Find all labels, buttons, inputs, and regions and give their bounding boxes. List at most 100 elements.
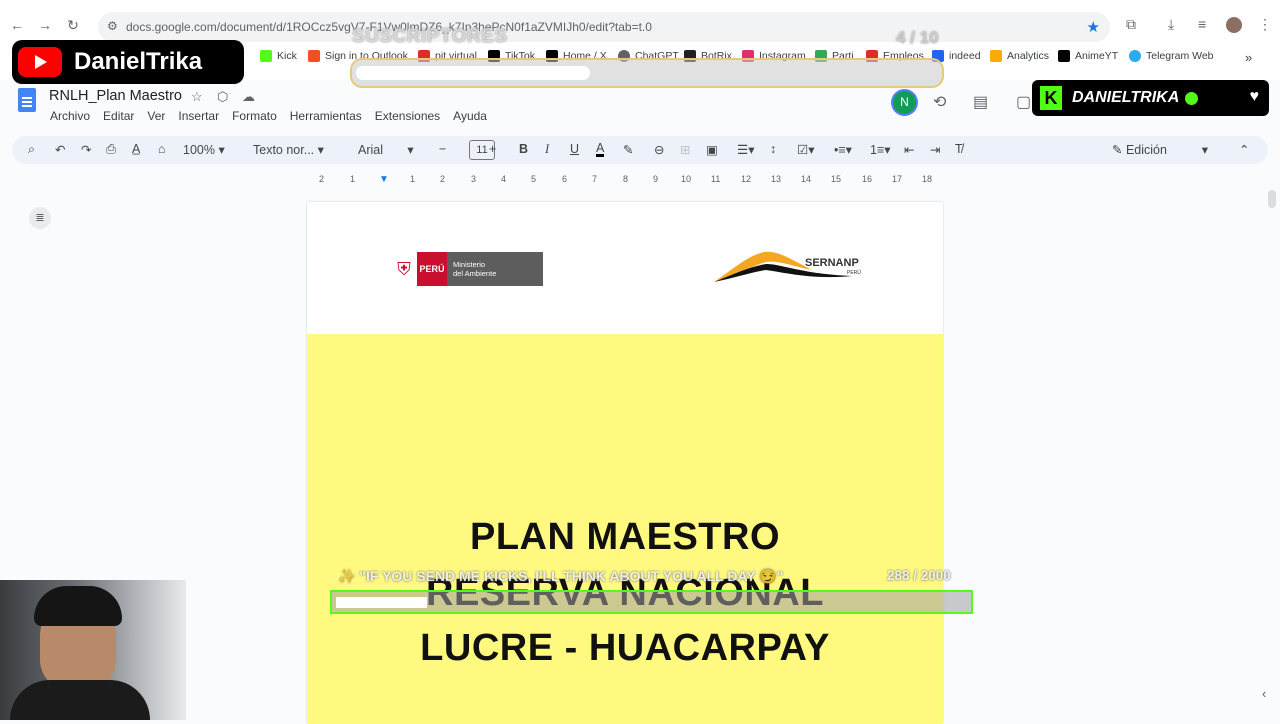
ministry-name: Ministerio del Ambiente bbox=[447, 252, 543, 286]
peru-coat-of-arms-icon: ⛨ bbox=[391, 252, 417, 286]
download-icon[interactable]: ⤓ bbox=[1168, 16, 1174, 33]
style-value: Texto nor... bbox=[253, 143, 315, 157]
decrease-indent-icon[interactable]: ⇤ bbox=[904, 142, 914, 157]
increase-font-icon[interactable]: + bbox=[489, 142, 496, 156]
streamer-hair bbox=[34, 586, 122, 626]
bookmark-star-icon[interactable]: ★ bbox=[1087, 18, 1100, 36]
bookmark-item[interactable]: Analytics bbox=[990, 50, 1049, 62]
document-title[interactable]: RNLH_Plan Maestro bbox=[49, 88, 182, 104]
indent-marker-icon[interactable]: ▼ bbox=[379, 174, 389, 185]
docs-logo-icon[interactable] bbox=[18, 88, 36, 112]
back-icon[interactable]: ← bbox=[8, 16, 26, 34]
italic-icon[interactable]: I bbox=[545, 142, 549, 157]
bold-icon[interactable]: B bbox=[519, 142, 528, 156]
kicks-goal-fill bbox=[336, 597, 428, 608]
analytics-favicon-icon bbox=[990, 50, 1002, 62]
kick-channel-badge: K DANIELTRIKA ♥ bbox=[1032, 80, 1269, 116]
site-info-icon[interactable]: ⚙ bbox=[107, 19, 118, 33]
pencil-icon: ✎ bbox=[1112, 143, 1123, 157]
bookmark-item[interactable]: Kick bbox=[260, 50, 297, 62]
align-icon[interactable]: ☰▾ bbox=[737, 142, 754, 157]
bookmark-label: indeed bbox=[949, 50, 981, 62]
horizontal-ruler: 2 1 ▼ 1 2 3 4 5 6 7 8 9 10 11 12 13 14 1… bbox=[307, 172, 943, 188]
menu-archivo[interactable]: Archivo bbox=[50, 109, 90, 123]
animeyt-favicon-icon bbox=[1058, 50, 1070, 62]
extensions-icon[interactable]: ⧉ bbox=[1126, 16, 1136, 33]
menu-insertar[interactable]: Insertar bbox=[178, 109, 219, 123]
forward-icon[interactable]: → bbox=[36, 16, 54, 34]
redo-icon[interactable]: ↷ bbox=[81, 142, 91, 157]
sernanp-sublabel: PERÚ bbox=[847, 270, 861, 276]
highlight-icon[interactable]: ✎ bbox=[623, 142, 633, 157]
ruler-tick: 10 bbox=[681, 174, 692, 184]
bookmark-item[interactable]: AnimeYT bbox=[1058, 50, 1118, 62]
media-control-icon[interactable]: ≡ bbox=[1198, 16, 1206, 32]
bulleted-list-icon[interactable]: •≡▾ bbox=[834, 142, 852, 157]
clear-formatting-icon[interactable]: T̸ bbox=[955, 142, 963, 156]
browser-menu-icon[interactable]: ⋮ bbox=[1258, 16, 1272, 33]
bookmark-label: Telegram Web bbox=[1146, 50, 1214, 62]
vertical-scrollbar[interactable] bbox=[1268, 190, 1276, 208]
youtube-channel-badge: DanielTrika bbox=[12, 40, 244, 84]
more-bookmarks-icon[interactable]: » bbox=[1245, 50, 1252, 65]
zoom-select[interactable]: 100% ▾ bbox=[183, 142, 225, 157]
ruler-tick: 1 bbox=[410, 174, 416, 184]
kick-channel-name: DANIELTRIKA bbox=[1072, 89, 1180, 106]
ministry-name-line: Ministerio bbox=[453, 260, 486, 269]
meet-icon[interactable]: ▢ bbox=[1016, 92, 1031, 112]
ruler-tick: 12 bbox=[741, 174, 752, 184]
menu-editar[interactable]: Editar bbox=[103, 109, 134, 123]
ruler-tick: 6 bbox=[562, 174, 568, 184]
ruler-tick: 17 bbox=[892, 174, 903, 184]
search-menus-icon[interactable]: ⌕ bbox=[28, 142, 35, 157]
star-icon[interactable]: ☆ bbox=[191, 89, 203, 105]
history-icon[interactable]: ⟲ bbox=[933, 92, 946, 112]
comments-icon[interactable]: ▤ bbox=[973, 92, 988, 112]
menu-ver[interactable]: Ver bbox=[147, 109, 165, 123]
underline-icon[interactable]: U bbox=[570, 142, 579, 156]
subscribers-goal-label: SUSCRIPTORES bbox=[352, 26, 508, 47]
paint-format-icon[interactable]: ⌂ bbox=[158, 142, 166, 156]
side-panel-toggle-icon[interactable]: ‹ bbox=[1262, 686, 1266, 701]
cover-title-line-1: PLAN MAESTRO bbox=[470, 516, 780, 558]
reload-icon[interactable]: ↻ bbox=[64, 16, 82, 34]
bookmark-item[interactable]: Telegram Web bbox=[1129, 50, 1214, 62]
cloud-status-icon[interactable]: ☁ bbox=[242, 89, 255, 105]
menu-formato[interactable]: Formato bbox=[232, 109, 277, 123]
font-select[interactable]: Arial ▾ bbox=[358, 142, 414, 157]
checklist-icon[interactable]: ☑▾ bbox=[797, 142, 814, 157]
menu-bar: Archivo Editar Ver Insertar Formato Herr… bbox=[50, 109, 500, 123]
ruler-tick: 5 bbox=[531, 174, 537, 184]
numbered-list-icon[interactable]: 1≡▾ bbox=[870, 142, 891, 157]
ruler-tick: 2 bbox=[440, 174, 446, 184]
document-page[interactable]: ⛨ PERÚ Ministerio del Ambiente SERNANP P… bbox=[307, 202, 943, 724]
style-select[interactable]: Texto nor... ▾ bbox=[253, 142, 324, 157]
menu-herramientas[interactable]: Herramientas bbox=[290, 109, 362, 123]
ruler-tick: 13 bbox=[771, 174, 782, 184]
text-color-icon[interactable]: A bbox=[596, 142, 605, 157]
ruler-tick: 8 bbox=[623, 174, 629, 184]
menu-extensiones[interactable]: Extensiones bbox=[375, 109, 440, 123]
line-spacing-icon[interactable]: ↕ bbox=[770, 142, 776, 156]
move-folder-icon[interactable]: ⬡ bbox=[217, 89, 228, 105]
editing-mode-select[interactable]: ✎ Edición ▾ bbox=[1112, 142, 1208, 157]
insert-image-icon[interactable]: ▣ bbox=[706, 142, 718, 157]
peru-label: PERÚ bbox=[417, 252, 447, 286]
add-comment-icon[interactable]: ⊞ bbox=[680, 142, 690, 157]
decrease-font-icon[interactable]: − bbox=[439, 142, 446, 156]
print-icon[interactable]: ⎙ bbox=[106, 142, 116, 157]
increase-indent-icon[interactable]: ⇥ bbox=[930, 142, 940, 157]
address-bar[interactable]: ⚙ docs.google.com/document/d/1ROCcz5vgV7… bbox=[98, 12, 1110, 42]
youtube-channel-name: DanielTrika bbox=[74, 48, 203, 75]
sernanp-logo: SERNANP PERÚ bbox=[712, 246, 862, 286]
document-outline-icon[interactable]: ≣ bbox=[29, 207, 51, 229]
profile-avatar[interactable] bbox=[1226, 17, 1242, 33]
menu-ayuda[interactable]: Ayuda bbox=[453, 109, 487, 123]
collaborator-avatar[interactable]: N bbox=[893, 91, 916, 114]
link-icon[interactable]: ⊖ bbox=[654, 142, 664, 157]
undo-icon[interactable]: ↶ bbox=[55, 142, 65, 157]
cover-title-line-3: LUCRE - HUACARPAY bbox=[420, 627, 830, 669]
cover-block: PLAN MAESTRO RESERVA NACIONAL LUCRE - HU… bbox=[307, 334, 943, 724]
collapse-menus-icon[interactable]: ⌃ bbox=[1239, 142, 1249, 157]
spellcheck-icon[interactable]: A̲ bbox=[132, 142, 140, 156]
